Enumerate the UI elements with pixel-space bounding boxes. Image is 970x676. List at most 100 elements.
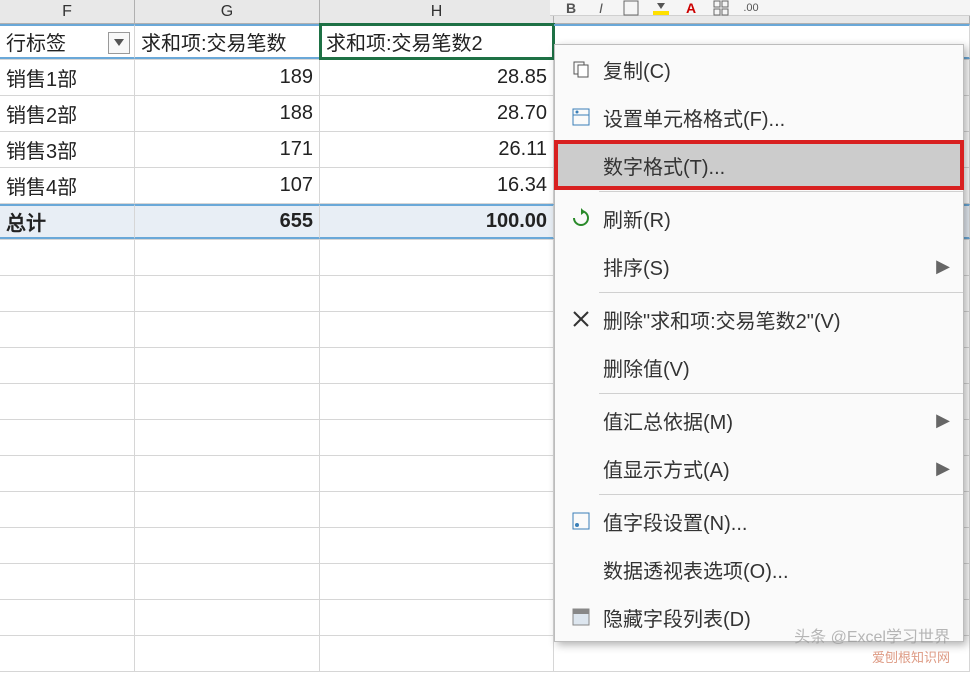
empty-cell[interactable]	[320, 276, 554, 311]
value-cell[interactable]: 26.11	[320, 132, 554, 167]
value-cell[interactable]: 188	[135, 96, 320, 131]
menu-sort[interactable]: 排序(S) ▶	[555, 242, 963, 290]
value-cell[interactable]: 16.34	[320, 168, 554, 203]
empty-cell[interactable]	[135, 420, 320, 455]
column-header-f[interactable]: F	[0, 0, 135, 23]
row-label-cell[interactable]: 销售3部	[0, 132, 135, 167]
empty-cell[interactable]	[135, 564, 320, 599]
row-label-cell[interactable]: 销售2部	[0, 96, 135, 131]
submenu-arrow-icon: ▶	[933, 410, 953, 431]
empty-cell[interactable]	[0, 456, 135, 491]
empty-cell[interactable]	[320, 348, 554, 383]
menu-format-cells[interactable]: 设置单元格格式(F)...	[555, 93, 963, 141]
row-label-cell[interactable]: 销售1部	[0, 60, 135, 95]
empty-cell[interactable]	[320, 600, 554, 635]
borders-button[interactable]	[710, 1, 732, 15]
empty-cell[interactable]	[135, 600, 320, 635]
menu-separator	[599, 292, 963, 293]
menu-separator	[599, 393, 963, 394]
empty-cell[interactable]	[135, 492, 320, 527]
menu-remove-field[interactable]: 删除"求和项:交易笔数2"(V)	[555, 295, 963, 343]
value-cell[interactable]: 171	[135, 132, 320, 167]
menu-field-settings[interactable]: 值字段设置(N)...	[555, 497, 963, 545]
copy-icon	[563, 59, 599, 79]
empty-cell[interactable]	[135, 240, 320, 275]
watermark: 头条 @Excel学习世界 爱刨根知识网	[794, 623, 950, 666]
menu-separator	[599, 494, 963, 495]
total-value-cell[interactable]: 100.00	[320, 204, 554, 239]
value-cell[interactable]: 28.85	[320, 60, 554, 95]
empty-cell[interactable]	[320, 420, 554, 455]
empty-cell[interactable]	[320, 636, 554, 671]
fill-color-button[interactable]	[650, 1, 672, 15]
empty-cell[interactable]	[0, 420, 135, 455]
empty-cell[interactable]	[320, 528, 554, 563]
hide-fields-icon	[563, 607, 599, 627]
menu-label: 值显示方式(A)	[599, 454, 933, 483]
menu-label: 数据透视表选项(O)...	[599, 555, 953, 584]
empty-cell[interactable]	[0, 636, 135, 671]
value-cell[interactable]: 28.70	[320, 96, 554, 131]
empty-cell[interactable]	[135, 348, 320, 383]
row-label-text: 行标签	[6, 27, 66, 56]
empty-cell[interactable]	[135, 636, 320, 671]
menu-copy[interactable]: 复制(C)	[555, 45, 963, 93]
menu-summarize-by[interactable]: 值汇总依据(M) ▶	[555, 396, 963, 444]
chevron-down-icon	[114, 39, 124, 47]
column-header-h[interactable]: H	[320, 0, 554, 23]
submenu-arrow-icon: ▶	[933, 458, 953, 479]
empty-cell[interactable]	[0, 528, 135, 563]
empty-cell[interactable]	[135, 384, 320, 419]
field-settings-icon	[563, 511, 599, 531]
total-value-cell[interactable]: 655	[135, 204, 320, 239]
menu-number-format[interactable]: 数字格式(T)...	[555, 141, 963, 189]
watermark-line1: 头条 @Excel学习世界	[794, 623, 950, 647]
menu-label: 数字格式(T)...	[599, 151, 953, 180]
empty-cell[interactable]	[320, 564, 554, 599]
decrease-decimal-button[interactable]: .00	[740, 1, 762, 15]
empty-cell[interactable]	[320, 492, 554, 527]
font-color-button[interactable]: A	[680, 1, 702, 15]
empty-cell[interactable]	[320, 240, 554, 275]
row-label-cell[interactable]: 销售4部	[0, 168, 135, 203]
value-cell[interactable]: 107	[135, 168, 320, 203]
empty-cell[interactable]	[0, 348, 135, 383]
context-menu: 复制(C) 设置单元格格式(F)... 数字格式(T)... 刷新(R) 排序(…	[554, 44, 964, 642]
menu-label: 值汇总依据(M)	[599, 406, 933, 435]
refresh-icon	[563, 208, 599, 228]
empty-cell[interactable]	[135, 528, 320, 563]
menu-label: 设置单元格格式(F)...	[599, 103, 953, 132]
empty-cell[interactable]	[135, 456, 320, 491]
empty-cell[interactable]	[0, 600, 135, 635]
empty-cell[interactable]	[0, 312, 135, 347]
menu-pivot-options[interactable]: 数据透视表选项(O)...	[555, 545, 963, 593]
pivot-sum1-header[interactable]: 求和项:交易笔数	[135, 24, 320, 59]
value-cell[interactable]: 189	[135, 60, 320, 95]
menu-separator	[599, 191, 963, 192]
empty-cell[interactable]	[320, 312, 554, 347]
italic-button[interactable]: I	[590, 1, 612, 15]
menu-label: 复制(C)	[599, 55, 953, 84]
empty-cell[interactable]	[135, 312, 320, 347]
empty-cell[interactable]	[0, 276, 135, 311]
empty-cell[interactable]	[135, 276, 320, 311]
menu-refresh[interactable]: 刷新(R)	[555, 194, 963, 242]
empty-cell[interactable]	[0, 492, 135, 527]
pivot-row-label-header[interactable]: 行标签	[0, 24, 135, 59]
bold-button[interactable]: B	[560, 1, 582, 15]
menu-remove-values[interactable]: 删除值(V)	[555, 343, 963, 391]
empty-cell[interactable]	[0, 384, 135, 419]
watermark-line2: 爱刨根知识网	[794, 647, 950, 666]
empty-cell[interactable]	[320, 384, 554, 419]
empty-cell[interactable]	[0, 240, 135, 275]
total-label-cell[interactable]: 总计	[0, 204, 135, 239]
filter-dropdown-button[interactable]	[108, 32, 130, 54]
pivot-sum2-header[interactable]: 求和项:交易笔数2	[320, 24, 554, 59]
remove-icon	[563, 310, 599, 328]
menu-label: 删除值(V)	[599, 353, 953, 382]
column-header-g[interactable]: G	[135, 0, 320, 23]
empty-cell[interactable]	[320, 456, 554, 491]
menu-show-values-as[interactable]: 值显示方式(A) ▶	[555, 444, 963, 492]
empty-cell[interactable]	[0, 564, 135, 599]
border-button[interactable]	[620, 1, 642, 15]
